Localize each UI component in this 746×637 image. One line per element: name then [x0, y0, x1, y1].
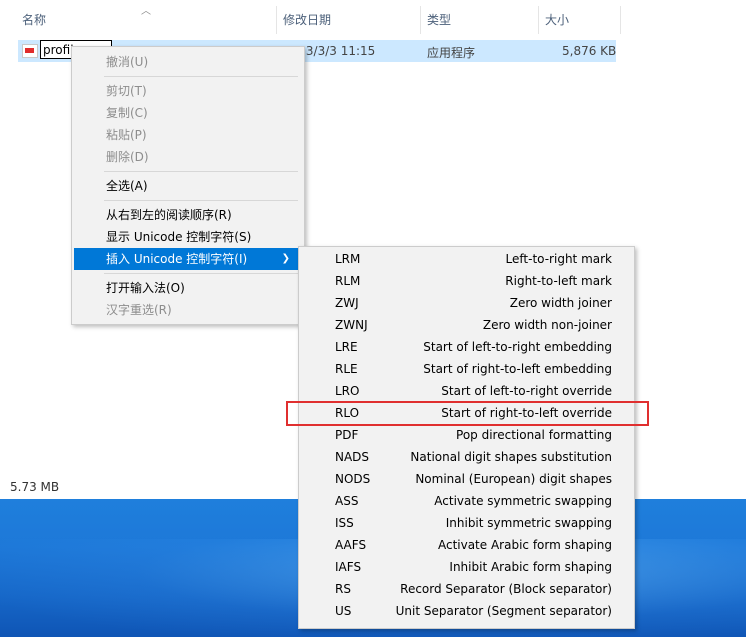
submenu-item-lre[interactable]: LRE Start of left-to-right embedding	[301, 336, 630, 358]
submenu-item-rlm[interactable]: RLM Right-to-left mark	[301, 270, 630, 292]
control-description: Zero width non-joiner	[482, 318, 612, 332]
control-code: ZWJ	[335, 296, 359, 310]
submenu-item-nods[interactable]: NODS Nominal (European) digit shapes	[301, 468, 630, 490]
column-header-modified[interactable]: 修改日期	[283, 11, 331, 29]
column-divider[interactable]	[276, 6, 277, 34]
menu-item-select-all[interactable]: 全选(A)	[74, 175, 300, 197]
menu-item-rtl-reading-order[interactable]: 从右到左的阅读顺序(R)	[74, 204, 300, 226]
menu-item-delete[interactable]: 删除(D)	[74, 146, 300, 168]
menu-item-undo[interactable]: 撤消(U)	[74, 51, 300, 73]
control-description: Start of left-to-right embedding	[423, 340, 612, 354]
control-description: Start of left-to-right override	[441, 384, 612, 398]
control-description: Record Separator (Block separator)	[400, 582, 612, 596]
control-code: LRE	[335, 340, 358, 354]
menu-separator	[104, 200, 298, 201]
menu-separator	[104, 76, 298, 77]
control-code: ISS	[335, 516, 354, 530]
control-code: RLE	[335, 362, 358, 376]
submenu-item-zwnj[interactable]: ZWNJ Zero width non-joiner	[301, 314, 630, 336]
control-description: Activate Arabic form shaping	[437, 538, 612, 552]
control-code: US	[335, 604, 352, 618]
submenu-item-rle[interactable]: RLE Start of right-to-left embedding	[301, 358, 630, 380]
executable-file-icon	[22, 44, 38, 58]
control-code: RS	[335, 582, 351, 596]
control-description: Inhibit Arabic form shaping	[449, 560, 612, 574]
file-size: 5,876 KB	[562, 44, 617, 58]
submenu-item-nads[interactable]: NADS National digit shapes substitution	[301, 446, 630, 468]
control-description: Pop directional formatting	[456, 428, 612, 442]
submenu-item-iss[interactable]: ISS Inhibit symmetric swapping	[301, 512, 630, 534]
control-code: IAFS	[335, 560, 362, 574]
column-divider[interactable]	[620, 6, 621, 34]
submenu-item-lrm[interactable]: LRM Left-to-right mark	[301, 248, 630, 270]
control-code: RLM	[335, 274, 361, 288]
status-selected-size: 5.73 MB	[10, 480, 60, 494]
rlo-annotation-box	[286, 401, 649, 426]
column-header-size[interactable]: 大小	[545, 11, 569, 29]
file-type: 应用程序	[427, 46, 476, 60]
submenu-item-aafs[interactable]: AAFS Activate Arabic form shaping	[301, 534, 630, 556]
menu-item-open-ime[interactable]: 打开输入法(O)	[74, 277, 300, 299]
submenu-item-zwj[interactable]: ZWJ Zero width joiner	[301, 292, 630, 314]
submenu-item-lro[interactable]: LRO Start of left-to-right override	[301, 380, 630, 402]
menu-item-cut[interactable]: 剪切(T)	[74, 80, 300, 102]
control-description: Activate symmetric swapping	[434, 494, 612, 508]
menu-item-insert-unicode-control[interactable]: 插入 Unicode 控制字符(I) ❯	[74, 248, 300, 270]
submenu-item-ass[interactable]: ASS Activate symmetric swapping	[301, 490, 630, 512]
control-description: Inhibit symmetric swapping	[445, 516, 612, 530]
menu-item-label: 插入 Unicode 控制字符(I)	[106, 252, 248, 266]
sort-ascending-icon: ︿	[141, 6, 151, 17]
control-code: ZWNJ	[335, 318, 368, 332]
column-divider[interactable]	[420, 6, 421, 34]
control-description: Unit Separator (Segment separator)	[395, 604, 612, 618]
column-header-type[interactable]: 类型	[427, 11, 451, 29]
control-code: NODS	[335, 472, 371, 486]
menu-separator	[104, 273, 298, 274]
control-description: Start of right-to-left embedding	[423, 362, 612, 376]
control-description: Nominal (European) digit shapes	[415, 472, 612, 486]
submenu-item-rs[interactable]: RS Record Separator (Block separator)	[301, 578, 630, 600]
column-divider[interactable]	[538, 6, 539, 34]
control-description: Left-to-right mark	[505, 252, 612, 266]
control-code: LRM	[335, 252, 361, 266]
menu-item-paste[interactable]: 粘贴(P)	[74, 124, 300, 146]
submenu-item-us[interactable]: US Unit Separator (Segment separator)	[301, 600, 630, 622]
menu-separator	[104, 171, 298, 172]
column-header-name[interactable]: 名称	[22, 11, 46, 29]
control-code: ASS	[335, 494, 359, 508]
control-description: National digit shapes substitution	[410, 450, 612, 464]
control-code: AAFS	[335, 538, 367, 552]
menu-item-copy[interactable]: 复制(C)	[74, 102, 300, 124]
edit-context-menu: 撤消(U) 剪切(T) 复制(C) 粘贴(P) 删除(D) 全选(A) 从右到左…	[71, 46, 305, 325]
menu-item-show-unicode-control[interactable]: 显示 Unicode 控制字符(S)	[74, 226, 300, 248]
submenu-item-pdf[interactable]: PDF Pop directional formatting	[301, 424, 630, 446]
menu-item-reconversion[interactable]: 汉字重选(R)	[74, 299, 300, 321]
control-code: NADS	[335, 450, 370, 464]
control-code: PDF	[335, 428, 359, 442]
control-description: Zero width joiner	[509, 296, 612, 310]
submenu-arrow-icon: ❯	[281, 253, 290, 264]
submenu-item-iafs[interactable]: IAFS Inhibit Arabic form shaping	[301, 556, 630, 578]
unicode-control-submenu: LRM Left-to-right mark RLM Right-to-left…	[298, 246, 635, 629]
control-code: LRO	[335, 384, 360, 398]
control-description: Right-to-left mark	[505, 274, 612, 288]
